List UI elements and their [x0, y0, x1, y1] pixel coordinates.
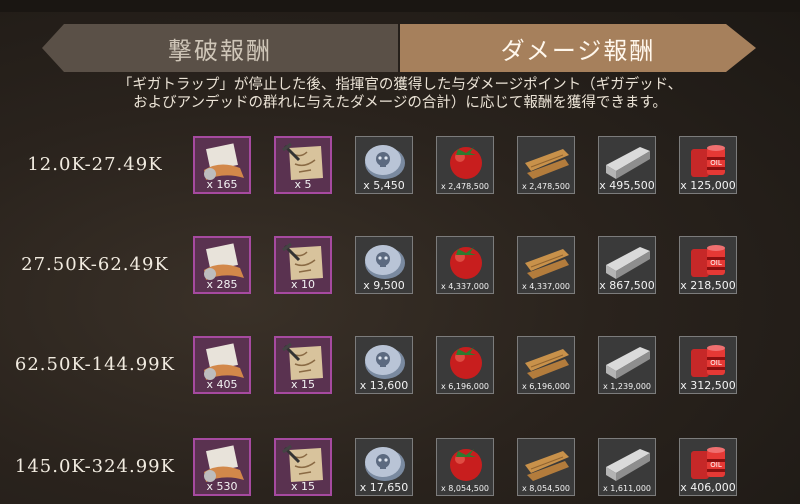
item-quantity: x 6,196,000 [522, 382, 570, 391]
damage-range-label: 62.50K-144.99K [14, 354, 176, 375]
item-quantity: x 8,054,500 [522, 484, 570, 493]
item-blueprint-slot[interactable]: x 285 [193, 236, 251, 294]
item-fuel-slot[interactable]: x 218,500 [679, 236, 737, 294]
item-wood-slot[interactable]: x 2,478,500 [517, 136, 575, 194]
fuel-barrel-icon [685, 443, 733, 483]
description-line-1: 「ギガトラップ」が停止した後、指揮官の獲得した与ダメージポイント（ギガデッド、 [117, 77, 683, 93]
wood-plank-icon [523, 341, 571, 381]
fuel-barrel-icon [685, 141, 733, 181]
fuel-barrel-icon [685, 241, 733, 281]
wood-plank-icon [523, 443, 571, 483]
steel-beam-icon [604, 241, 652, 281]
reward-row: 12.0K-27.49K x 165 x 5 x 5,450 x 2,478,5… [0, 136, 800, 202]
tab-kill-reward[interactable]: 撃破報酬 [42, 24, 398, 72]
item-fuel-slot[interactable]: x 125,000 [679, 136, 737, 194]
map-scroll-icon [281, 242, 329, 282]
item-quantity: x 867,500 [599, 279, 655, 292]
item-wood-slot[interactable]: x 4,337,000 [517, 236, 575, 294]
item-quantity: x 125,000 [680, 179, 736, 192]
reward-tabs: 撃破報酬 ダメージ報酬 [42, 24, 758, 72]
item-quantity: x 165 [206, 178, 238, 191]
item-steel-slot[interactable]: x 1,611,000 [598, 438, 656, 496]
skull-coin-icon [361, 141, 409, 181]
item-map-slot[interactable]: x 10 [274, 236, 332, 294]
item-steel-slot[interactable]: x 1,239,000 [598, 336, 656, 394]
blueprint-paper-icon [200, 142, 248, 182]
item-quantity: x 17,650 [359, 481, 409, 494]
item-tomato-slot[interactable]: x 2,478,500 [436, 136, 494, 194]
item-coin-slot[interactable]: x 5,450 [355, 136, 413, 194]
item-map-slot[interactable]: x 15 [274, 438, 332, 496]
reward-row: 27.50K-62.49K x 285 x 10 x 9,500 x 4,337… [0, 236, 800, 302]
wood-plank-icon [523, 241, 571, 281]
item-quantity: x 405 [206, 378, 238, 391]
tomato-icon [442, 241, 490, 281]
damage-range-label: 12.0K-27.49K [27, 154, 163, 175]
tomato-icon [442, 141, 490, 181]
item-fuel-slot[interactable]: x 312,500 [679, 336, 737, 394]
reward-row: 145.0K-324.99K x 530 x 15 x 17,650 x 8,0… [0, 438, 800, 504]
item-wood-slot[interactable]: x 8,054,500 [517, 438, 575, 496]
item-coin-slot[interactable]: x 9,500 [355, 236, 413, 294]
map-scroll-icon [281, 444, 329, 484]
tomato-icon [442, 341, 490, 381]
item-blueprint-slot[interactable]: x 405 [193, 336, 251, 394]
item-quantity: x 530 [206, 480, 238, 493]
item-wood-slot[interactable]: x 6,196,000 [517, 336, 575, 394]
item-quantity: x 4,337,000 [522, 282, 570, 291]
item-blueprint-slot[interactable]: x 165 [193, 136, 251, 194]
item-fuel-slot[interactable]: x 406,000 [679, 438, 737, 496]
wood-plank-icon [523, 141, 571, 181]
item-tomato-slot[interactable]: x 8,054,500 [436, 438, 494, 496]
map-scroll-icon [281, 142, 329, 182]
skull-coin-icon [361, 341, 409, 381]
item-quantity: x 5 [294, 178, 312, 191]
item-coin-slot[interactable]: x 13,600 [355, 336, 413, 394]
item-quantity: x 15 [290, 480, 315, 493]
item-map-slot[interactable]: x 15 [274, 336, 332, 394]
tomato-icon [442, 443, 490, 483]
item-quantity: x 13,600 [359, 379, 409, 392]
reward-row: 62.50K-144.99K x 405 x 15 x 13,600 x 6,1… [0, 336, 800, 402]
item-quantity: x 218,500 [680, 279, 736, 292]
item-quantity: x 312,500 [680, 379, 736, 392]
item-tomato-slot[interactable]: x 6,196,000 [436, 336, 494, 394]
item-quantity: x 1,239,000 [603, 382, 651, 391]
description-line-2: およびアンデッドの群れに与えたダメージの合計）に応じて報酬を獲得できます。 [133, 95, 667, 111]
skull-coin-icon [361, 443, 409, 483]
item-map-slot[interactable]: x 5 [274, 136, 332, 194]
damage-range-label: 27.50K-62.49K [21, 254, 169, 275]
item-quantity: x 4,337,000 [441, 282, 489, 291]
item-steel-slot[interactable]: x 495,500 [598, 136, 656, 194]
item-quantity: x 2,478,500 [441, 182, 489, 191]
fuel-barrel-icon [685, 341, 733, 381]
steel-beam-icon [604, 341, 652, 381]
blueprint-paper-icon [200, 342, 248, 382]
description: 「ギガトラップ」が停止した後、指揮官の獲得した与ダメージポイント（ギガデッド、 … [0, 76, 800, 112]
skull-coin-icon [361, 241, 409, 281]
item-quantity: x 406,000 [680, 481, 736, 494]
steel-beam-icon [604, 141, 652, 181]
map-scroll-icon [281, 342, 329, 382]
item-quantity: x 1,611,000 [603, 484, 651, 493]
item-quantity: x 9,500 [363, 279, 405, 292]
item-quantity: x 10 [290, 278, 315, 291]
blueprint-paper-icon [200, 444, 248, 484]
item-quantity: x 285 [206, 278, 238, 291]
item-quantity: x 2,478,500 [522, 182, 570, 191]
item-quantity: x 5,450 [363, 179, 405, 192]
steel-beam-icon [604, 443, 652, 483]
item-coin-slot[interactable]: x 17,650 [355, 438, 413, 496]
item-tomato-slot[interactable]: x 4,337,000 [436, 236, 494, 294]
item-quantity: x 8,054,500 [441, 484, 489, 493]
damage-range-label: 145.0K-324.99K [14, 456, 176, 477]
blueprint-paper-icon [200, 242, 248, 282]
item-quantity: x 495,500 [599, 179, 655, 192]
top-border [0, 0, 800, 12]
item-quantity: x 6,196,000 [441, 382, 489, 391]
item-steel-slot[interactable]: x 867,500 [598, 236, 656, 294]
item-blueprint-slot[interactable]: x 530 [193, 438, 251, 496]
tab-damage-reward[interactable]: ダメージ報酬 [400, 24, 756, 72]
item-quantity: x 15 [290, 378, 315, 391]
